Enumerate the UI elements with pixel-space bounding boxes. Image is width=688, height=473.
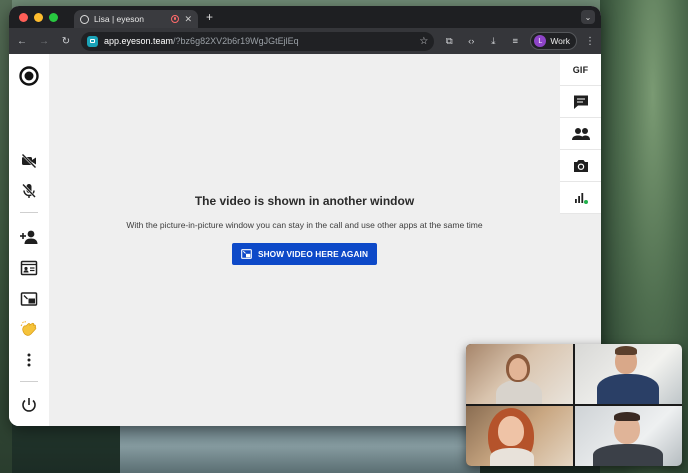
eyeson-logo-icon[interactable] xyxy=(9,66,49,86)
pip-notice-subtitle: With the picture-in-picture window you c… xyxy=(126,220,483,230)
connection-stats-icon[interactable] xyxy=(560,182,601,214)
participant-video-tile xyxy=(466,406,573,466)
url-host: app.eyeson.team xyxy=(104,36,174,46)
code-icon[interactable]: ‹› xyxy=(464,36,478,47)
kebab-icon[interactable]: ⋮ xyxy=(585,36,595,47)
tab-favicon-icon xyxy=(80,14,89,24)
profile-avatar: L xyxy=(534,35,547,47)
sidebar-divider xyxy=(20,212,38,213)
close-window-button[interactable] xyxy=(19,12,28,22)
reaction-clap-icon[interactable] xyxy=(9,320,49,340)
show-video-here-label: SHOW VIDEO HERE AGAIN xyxy=(257,249,369,259)
browser-toolbar: ← → ↻ app.eyeson.team /?bz6g82XV2b6r19Wg… xyxy=(9,28,601,54)
leave-call-icon[interactable] xyxy=(9,396,49,414)
camera-off-icon[interactable] xyxy=(9,152,49,170)
participant-silhouette xyxy=(597,374,659,404)
maximize-window-button[interactable] xyxy=(49,12,58,22)
minimize-window-button[interactable] xyxy=(34,12,43,22)
right-sidebar: GIF xyxy=(560,54,601,214)
add-participant-icon[interactable] xyxy=(9,228,49,246)
puzzle-icon[interactable]: ⧉ xyxy=(442,36,456,47)
star-icon[interactable]: ☆ xyxy=(419,36,428,47)
arrow-right-icon[interactable]: → xyxy=(37,36,51,47)
wallpaper-river xyxy=(120,420,480,473)
tab-close-icon[interactable]: ✕ xyxy=(184,14,192,25)
tab-bar: Lisa | eyeson ✕ + ⌄ xyxy=(9,6,601,28)
reload-icon[interactable]: ↻ xyxy=(59,36,73,47)
pip-notice: The video is shown in another window Wit… xyxy=(49,194,560,265)
participant-silhouette xyxy=(496,380,542,404)
left-sidebar xyxy=(9,54,49,426)
participant-hair xyxy=(615,346,637,355)
site-info-icon[interactable] xyxy=(87,35,98,47)
show-video-here-button[interactable]: SHOW VIDEO HERE AGAIN xyxy=(232,243,377,265)
pip-notice-title: The video is shown in another window xyxy=(194,194,415,208)
gif-label: GIF xyxy=(572,64,589,75)
participant-video-tile xyxy=(575,406,682,466)
gif-button[interactable]: GIF xyxy=(560,54,601,86)
participant-video-tile xyxy=(466,344,573,404)
participant-face xyxy=(498,416,524,446)
arrow-left-icon[interactable]: ← xyxy=(15,36,29,47)
participant-silhouette xyxy=(593,444,663,466)
media-queue-icon[interactable]: ≡ xyxy=(508,36,522,47)
picture-in-picture-icon xyxy=(241,249,252,259)
profile-label: Work xyxy=(550,36,570,46)
participant-video-tile xyxy=(575,344,682,404)
download-icon[interactable]: ⤓ xyxy=(486,36,500,47)
tab-search-button[interactable]: ⌄ xyxy=(581,10,595,24)
participant-hair xyxy=(614,412,640,421)
participant-silhouette xyxy=(490,448,534,466)
mic-off-icon[interactable] xyxy=(9,182,49,200)
chat-icon[interactable] xyxy=(560,86,601,118)
new-tab-button[interactable]: + xyxy=(206,10,213,24)
snapshot-camera-icon[interactable] xyxy=(560,150,601,182)
recording-indicator-icon xyxy=(171,15,180,23)
profile-button[interactable]: L Work xyxy=(530,32,577,50)
tab-title: Lisa | eyeson xyxy=(94,14,144,24)
sidebar-divider xyxy=(20,381,38,382)
pip-video-window[interactable] xyxy=(466,344,682,466)
participants-icon[interactable] xyxy=(560,118,601,150)
more-options-icon[interactable] xyxy=(9,352,49,368)
participant-face xyxy=(509,358,527,380)
tab-eyeson[interactable]: Lisa | eyeson ✕ xyxy=(74,10,198,28)
presentation-icon[interactable] xyxy=(9,259,49,277)
picture-in-picture-icon[interactable] xyxy=(9,290,49,308)
window-controls xyxy=(19,12,58,22)
address-bar[interactable]: app.eyeson.team /?bz6g82XV2b6r19WgJGtEjl… xyxy=(81,31,435,51)
url-path: /?bz6g82XV2b6r19WgJGtEjlEq xyxy=(173,36,299,46)
